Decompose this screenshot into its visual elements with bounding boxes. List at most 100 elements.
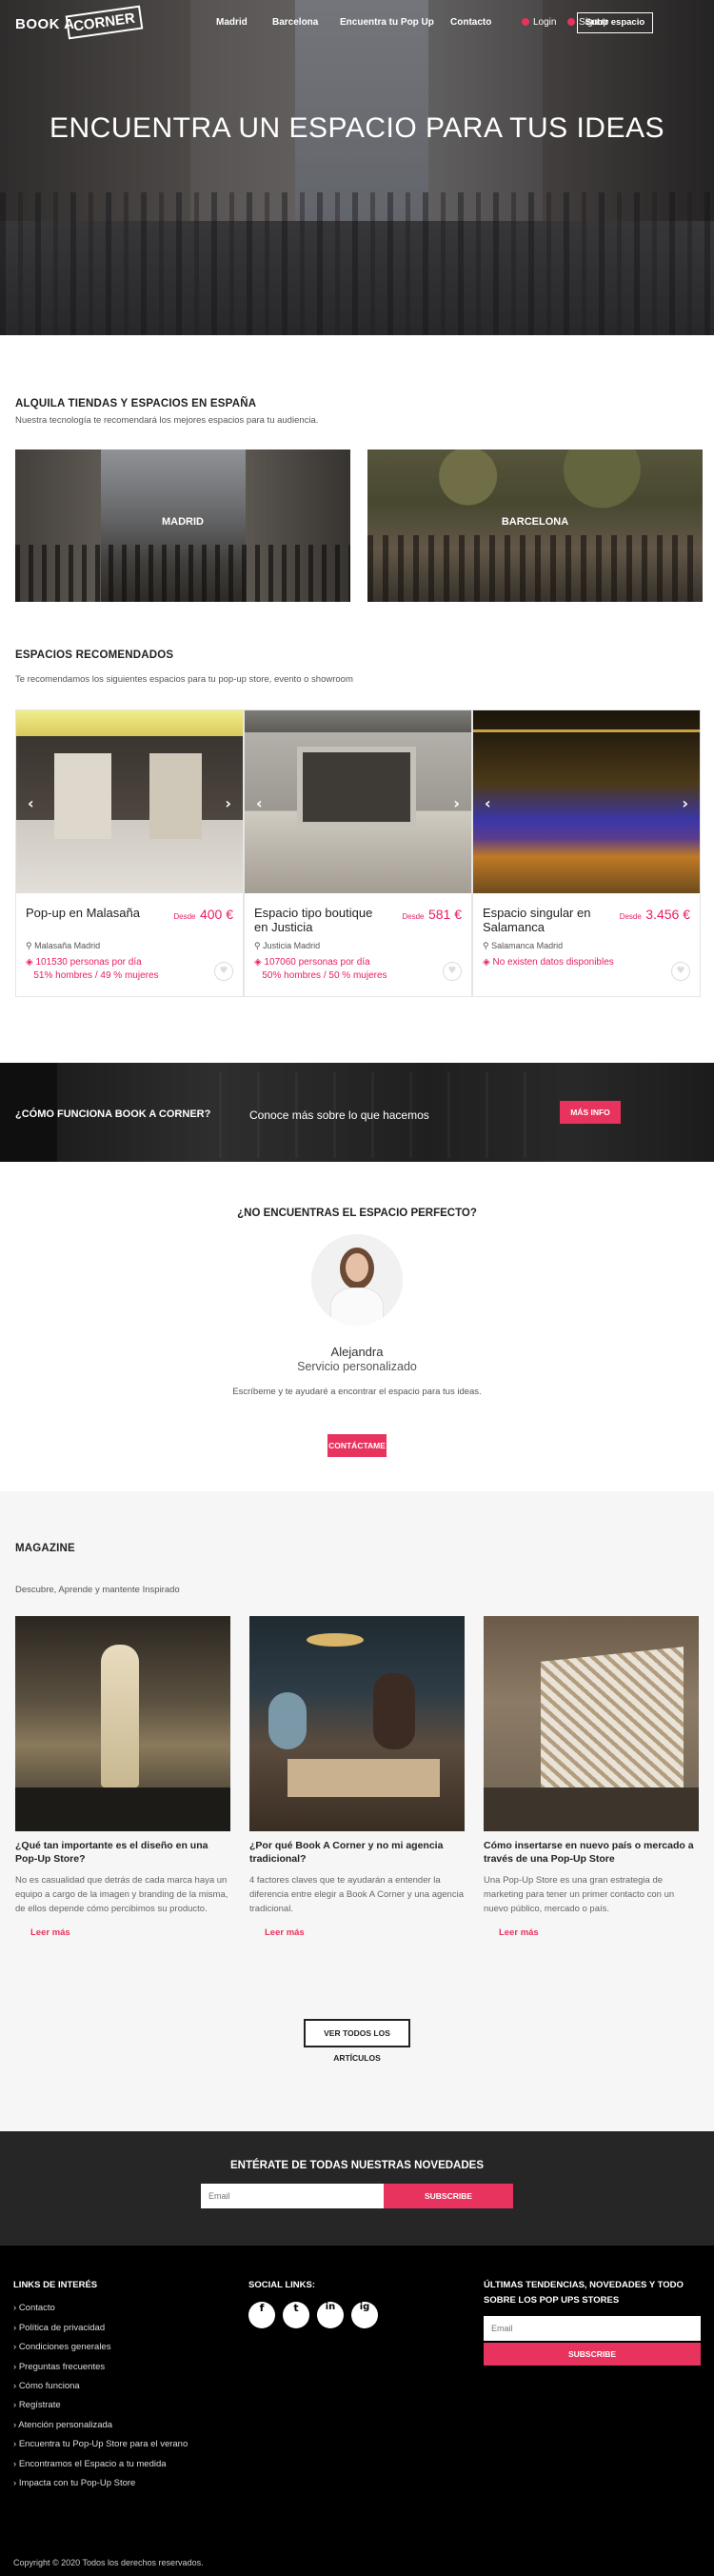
nav-contact[interactable]: Contacto — [450, 17, 491, 28]
location-pin-icon: ⚲ — [26, 941, 35, 950]
recommended-title: ESPACIOS RECOMENDADOS — [15, 649, 174, 661]
space-stats: ◈ No existen datos disponibles — [483, 957, 614, 968]
how-it-works-banner: ¿CÓMO FUNCIONA BOOK A CORNER? Conoce más… — [0, 1063, 714, 1162]
more-info-button[interactable]: MÁS INFO — [560, 1101, 621, 1124]
article-title: Cómo insertarse en nuevo país o mercado … — [484, 1840, 694, 1865]
copyright: Copyright © 2020 Todos los derechos rese… — [13, 2558, 204, 2567]
prev-arrow-icon[interactable]: ‹ — [485, 794, 491, 812]
favorite-heart-icon[interactable]: ♥ — [671, 962, 690, 981]
how-text: Conoce más sobre lo que hacemos — [249, 1108, 429, 1122]
footer-link[interactable]: › Preguntas frecuentes — [13, 2362, 105, 2372]
traffic-icon: ◈ — [26, 957, 36, 968]
space-title: Pop-up en Malasaña — [26, 906, 140, 920]
footer-link[interactable]: › Política de privacidad — [13, 2323, 105, 2333]
prev-arrow-icon[interactable]: ‹ — [28, 794, 34, 812]
location-pin-icon: ⚲ — [483, 941, 492, 950]
rent-title: ALQUILA TIENDAS Y ESPACIOS EN ESPAÑA — [15, 398, 257, 409]
city-card-barcelona[interactable]: BARCELONA — [367, 449, 703, 602]
rent-subtitle: Nuestra tecnología te recomendará los me… — [15, 415, 319, 426]
next-arrow-icon[interactable]: › — [453, 794, 460, 812]
space-location: ⚲ Salamanca Madrid — [483, 941, 564, 950]
avatar — [311, 1234, 403, 1326]
article-image — [15, 1616, 230, 1831]
city-card-madrid[interactable]: MADRID — [15, 449, 350, 602]
next-arrow-icon[interactable]: › — [682, 794, 688, 812]
instagram-icon[interactable]: ig — [351, 2302, 378, 2328]
how-question: ¿CÓMO FUNCIONA BOOK A CORNER? — [15, 1108, 211, 1120]
space-location: ⚲ Malasaña Madrid — [26, 941, 101, 950]
newsletter-email-input[interactable] — [201, 2184, 384, 2208]
login-link[interactable]: Login — [522, 17, 556, 28]
article-desc: 4 factores claves que te ayudarán a ente… — [249, 1875, 464, 1914]
space-title: Espacio singular en Salamanca — [483, 906, 591, 934]
traffic-icon: ◈ — [483, 957, 493, 968]
recommended-subtitle: Te recomendamos los siguientes espacios … — [15, 674, 353, 685]
nav-find-popup[interactable]: Encuentra tu Pop Up — [340, 17, 434, 28]
newsletter-subscribe-button[interactable]: SUBSCRIBE — [384, 2184, 513, 2208]
hero-banner: BOOK A CORNER Madrid Barcelona Encuentra… — [0, 0, 714, 335]
article-image — [249, 1616, 465, 1831]
social-title: SOCIAL LINKS: — [248, 2280, 316, 2290]
contact-text: Escríbeme y te ayudaré a encontrar el es… — [232, 1387, 482, 1397]
favorite-heart-icon[interactable]: ♥ — [443, 962, 462, 981]
read-more-link[interactable]: Leer más — [15, 1927, 230, 1938]
location-pin-icon: ⚲ — [254, 941, 264, 950]
footer-links-title: LINKS DE INTERÉS — [13, 2280, 98, 2290]
hero-title: ENCUENTRA UN ESPACIO PARA TUS IDEAS — [50, 112, 664, 144]
facebook-icon[interactable]: f — [248, 2302, 275, 2328]
magazine-title: MAGAZINE — [15, 1543, 75, 1554]
prev-arrow-icon[interactable]: ‹ — [256, 794, 263, 812]
footer-link[interactable]: › Encuentra tu Pop-Up Store para el vera… — [13, 2439, 188, 2449]
space-photo — [16, 710, 243, 893]
agent-role: Servicio personalizado — [297, 1360, 417, 1373]
space-card[interactable]: ‹ › Pop-up en Malasaña Desde 400 € ⚲ Mal… — [15, 709, 244, 997]
article-title: ¿Qué tan importante es el diseño en una … — [15, 1840, 208, 1865]
contact-title: ¿NO ENCUENTRAS EL ESPACIO PERFECTO? — [237, 1208, 477, 1219]
contact-me-button[interactable]: CONTÁCTAME — [327, 1434, 387, 1457]
space-title: Espacio tipo boutique en Justicia — [254, 906, 373, 934]
nav-barcelona[interactable]: Barcelona — [272, 17, 318, 28]
footer-link[interactable]: › Atención personalizada — [13, 2420, 112, 2430]
article-card[interactable]: Cómo insertarse en nuevo país o mercado … — [484, 1616, 699, 1938]
favorite-heart-icon[interactable]: ♥ — [214, 962, 233, 981]
space-price: Desde 581 € — [402, 907, 462, 922]
city-label-madrid: MADRID — [162, 516, 204, 528]
twitter-icon[interactable]: t — [283, 2302, 309, 2328]
linkedin-icon[interactable]: in — [317, 2302, 344, 2328]
space-photo — [245, 710, 471, 893]
space-card[interactable]: ‹ › Espacio tipo boutique en Justicia De… — [244, 709, 472, 997]
footer-link[interactable]: › Impacta con tu Pop-Up Store — [13, 2478, 135, 2488]
footer-link[interactable]: › Regístrate — [13, 2400, 61, 2410]
all-articles-button[interactable]: VER TODOS LOS ARTÍCULOS — [304, 2019, 410, 2063]
user-icon — [522, 18, 529, 26]
space-card[interactable]: ‹ › Espacio singular en Salamanca Desde … — [472, 709, 701, 997]
article-desc: Una Pop-Up Store es una gran estrategia … — [484, 1875, 675, 1914]
article-card[interactable]: ¿Qué tan importante es el diseño en una … — [15, 1616, 230, 1938]
footer-link[interactable]: › Condiciones generales — [13, 2342, 110, 2352]
footer-email-input[interactable] — [484, 2316, 701, 2341]
agent-name: Alejandra — [330, 1345, 384, 1359]
upload-space-button[interactable]: Subir espacio — [577, 12, 653, 33]
space-location: ⚲ Justicia Madrid — [254, 941, 321, 950]
read-more-link[interactable]: Leer más — [484, 1927, 699, 1938]
read-more-link[interactable]: Leer más — [249, 1927, 465, 1938]
article-title: ¿Por qué Book A Corner y no mi agencia t… — [249, 1840, 444, 1865]
traffic-icon: ◈ — [254, 957, 265, 968]
magazine-subtitle: Descubre, Aprende y mantente Inspirado — [15, 1585, 180, 1595]
space-stats: ◈ 101530 personas por día 51% hombres / … — [26, 957, 159, 981]
newsletter-section: ENTÉRATE DE TODAS NUESTRAS NOVEDADES SUB… — [0, 2131, 714, 2246]
footer-link[interactable]: › Cómo funciona — [13, 2381, 80, 2391]
footer-news-title: ÚLTIMAS TENDENCIAS, NOVEDADES Y TODO SOB… — [484, 2280, 684, 2306]
space-price: Desde 400 € — [173, 907, 233, 922]
footer-link[interactable]: › Contacto — [13, 2303, 55, 2313]
space-price: Desde 3.456 € — [619, 907, 690, 922]
next-arrow-icon[interactable]: › — [225, 794, 231, 812]
footer-link[interactable]: › Encontramos el Espacio a tu medida — [13, 2459, 167, 2469]
newsletter-title: ENTÉRATE DE TODAS NUESTRAS NOVEDADES — [229, 2160, 485, 2171]
footer-subscribe-button[interactable]: SUBSCRIBE — [484, 2343, 701, 2366]
space-photo — [473, 710, 700, 893]
nav-madrid[interactable]: Madrid — [216, 17, 248, 28]
city-label-barcelona: BARCELONA — [501, 516, 569, 528]
space-stats: ◈ 107060 personas por día 50% hombres / … — [254, 957, 387, 981]
article-card[interactable]: ¿Por qué Book A Corner y no mi agencia t… — [249, 1616, 465, 1938]
